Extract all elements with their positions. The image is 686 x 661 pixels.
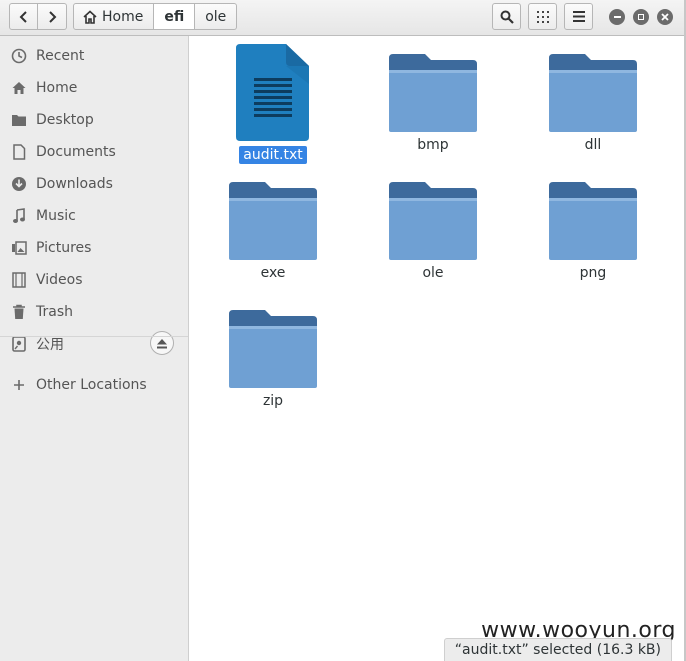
- document-icon: [11, 144, 27, 160]
- folder-icon: [11, 112, 27, 128]
- folder-icon: [549, 182, 637, 260]
- sidebar-item-label: Trash: [36, 304, 73, 320]
- menu-button[interactable]: [564, 3, 593, 30]
- sidebar-item-label: Home: [36, 80, 78, 96]
- film-icon: [11, 272, 27, 288]
- folder-icon: [229, 182, 317, 260]
- folder-icon: [389, 182, 477, 260]
- sidebar-item-label: Pictures: [36, 240, 92, 256]
- sidebar-item-label: Recent: [36, 48, 85, 64]
- close-icon: [661, 13, 669, 21]
- sidebar-item-recent[interactable]: Recent: [0, 40, 188, 72]
- file-item-name: ole: [422, 265, 444, 281]
- sidebar-item-other-locations[interactable]: Other Locations: [0, 369, 188, 401]
- sidebar-item-label: Desktop: [36, 112, 94, 128]
- file-item-name: dll: [584, 137, 602, 153]
- file-item-name: bmp: [417, 137, 449, 153]
- hamburger-menu-icon: [572, 11, 585, 22]
- file-item-dll[interactable]: dll: [533, 54, 653, 154]
- home-icon: [83, 9, 97, 24]
- breadcrumb-efi[interactable]: efi: [154, 3, 196, 30]
- sidebar-item-desktop[interactable]: Desktop: [0, 104, 188, 136]
- minimize-button[interactable]: [609, 9, 625, 25]
- maximize-icon: [638, 14, 644, 20]
- view-toggle-button[interactable]: [528, 3, 557, 30]
- file-item-audit-txt[interactable]: audit.txt: [213, 44, 333, 164]
- forward-button[interactable]: [38, 3, 67, 30]
- sidebar-item-label: Videos: [36, 272, 83, 288]
- sidebar-item-pictures[interactable]: Pictures: [0, 232, 188, 264]
- file-view: audit.txt bmp dll exe ole png zip www.wo…: [189, 36, 684, 661]
- breadcrumb-label: efi: [164, 8, 185, 25]
- plus-icon: [11, 377, 27, 393]
- close-button[interactable]: [657, 9, 673, 25]
- search-icon: [500, 10, 514, 24]
- eject-button[interactable]: [150, 331, 174, 355]
- chevron-right-icon: [49, 10, 57, 23]
- sidebar-item-music[interactable]: Music: [0, 200, 188, 232]
- folder-icon: [229, 310, 317, 388]
- file-item-exe[interactable]: exe: [213, 182, 333, 282]
- sidebar-item-downloads[interactable]: Downloads: [0, 168, 188, 200]
- sidebar-item-trash[interactable]: Trash: [0, 296, 188, 328]
- sidebar-item-documents[interactable]: Documents: [0, 136, 188, 168]
- minimize-icon: [613, 16, 621, 18]
- sidebar-item-label: Downloads: [36, 176, 113, 192]
- status-bar: “audit.txt” selected (16.3 kB): [443, 638, 672, 661]
- chevron-left-icon: [19, 10, 27, 23]
- file-item-name: png: [579, 265, 607, 281]
- music-note-icon: [11, 208, 27, 224]
- navigation-buttons: [9, 3, 67, 30]
- drive-icon: [11, 336, 27, 352]
- grid-view-icon: [536, 10, 549, 23]
- file-item-name: audit.txt: [239, 146, 307, 164]
- breadcrumb-home[interactable]: Home: [73, 3, 155, 30]
- file-item-name: exe: [260, 265, 286, 281]
- sidebar-item-label: Music: [36, 208, 76, 224]
- sidebar-item-label: 公用: [36, 337, 64, 353]
- sidebar-divider: [0, 336, 188, 337]
- breadcrumb-label: ole: [205, 8, 227, 25]
- sidebar-item-videos[interactable]: Videos: [0, 264, 188, 296]
- eject-icon: [157, 338, 167, 348]
- maximize-button[interactable]: [633, 9, 649, 25]
- sidebar-item-label: Other Locations: [36, 377, 147, 393]
- breadcrumb-ole[interactable]: ole: [195, 3, 238, 30]
- home-icon: [11, 80, 27, 96]
- sidebar-item-home[interactable]: Home: [0, 72, 188, 104]
- file-item-zip[interactable]: zip: [213, 310, 333, 410]
- sidebar-item-label: Documents: [36, 144, 116, 160]
- breadcrumb: Home efi ole: [73, 3, 238, 30]
- text-file-icon: [236, 44, 309, 141]
- search-button[interactable]: [492, 3, 521, 30]
- folder-icon: [389, 54, 477, 132]
- breadcrumb-label: Home: [102, 8, 144, 25]
- file-item-ole[interactable]: ole: [373, 182, 493, 282]
- file-item-name: zip: [262, 393, 284, 409]
- file-manager-window: Home efi ole Recent Home Desktop Documen…: [0, 0, 686, 661]
- download-icon: [11, 176, 27, 192]
- back-button[interactable]: [9, 3, 38, 30]
- trash-icon: [11, 304, 27, 320]
- file-item-png[interactable]: png: [533, 182, 653, 282]
- header-bar: Home efi ole: [0, 0, 684, 36]
- file-item-bmp[interactable]: bmp: [373, 54, 493, 154]
- folder-icon: [549, 54, 637, 132]
- sidebar: Recent Home Desktop Documents Downloads …: [0, 36, 189, 661]
- clock-icon: [11, 48, 27, 64]
- picture-icon: [11, 240, 27, 256]
